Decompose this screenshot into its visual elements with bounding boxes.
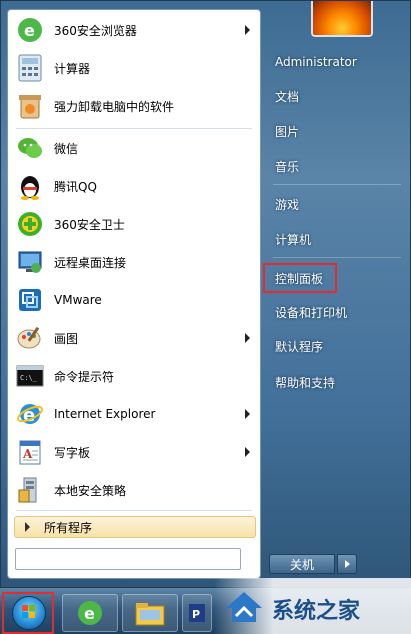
360-guard-icon <box>14 208 46 240</box>
menu-item-qq[interactable]: 腾讯QQ <box>12 168 256 204</box>
svg-text:e: e <box>24 21 35 40</box>
menu-item-label: 腾讯QQ <box>54 179 97 194</box>
right-item-help-support[interactable]: 帮助和支持 <box>269 367 407 397</box>
watermark-logo-icon <box>222 586 266 626</box>
start-menu-left-pane: e 360安全浏览器 计算器 强力卸载电脑中的软件 微信 腾讯QQ 360安全卫… <box>7 9 261 579</box>
ie-icon: e <box>14 398 46 430</box>
start-menu: e 360安全浏览器 计算器 强力卸载电脑中的软件 微信 腾讯QQ 360安全卫… <box>0 0 411 588</box>
right-item-label: 图片 <box>275 124 300 139</box>
menu-item-uninstall[interactable]: 强力卸载电脑中的软件 <box>12 88 256 124</box>
menu-divider <box>16 128 252 129</box>
menu-item-label: 360安全浏览器 <box>54 23 137 38</box>
wordpad-icon: A <box>14 436 46 468</box>
right-item-label: Administrator <box>275 55 357 69</box>
menu-item-label: Internet Explorer <box>54 407 156 421</box>
right-item-documents[interactable]: 文档 <box>269 81 407 111</box>
menu-item-label: 写字板 <box>54 445 91 460</box>
app-icon: P <box>189 604 205 622</box>
menu-item-label: 微信 <box>54 141 79 156</box>
menu-item-paint[interactable]: 画图 <box>12 320 256 356</box>
menu-item-calculator[interactable]: 计算器 <box>12 50 256 86</box>
search-input[interactable] <box>15 548 241 570</box>
menu-item-label: 360安全卫士 <box>54 217 125 232</box>
submenu-arrow-icon <box>245 409 250 419</box>
shutdown-options-button[interactable] <box>337 554 357 574</box>
right-divider <box>273 257 401 258</box>
right-item-computer[interactable]: 计算机 <box>269 224 407 254</box>
menu-item-label: 命令提示符 <box>54 369 115 384</box>
menu-item-360-guard[interactable]: 360安全卫士 <box>12 206 256 242</box>
menu-item-ie[interactable]: e Internet Explorer <box>12 396 256 432</box>
all-programs-label: 所有程序 <box>44 520 93 535</box>
menu-item-360-browser[interactable]: e 360安全浏览器 <box>12 12 256 48</box>
svg-text:e: e <box>84 604 95 623</box>
calculator-icon <box>14 52 46 84</box>
remote-desktop-icon <box>14 246 46 278</box>
folder-icon <box>135 603 165 626</box>
360-browser-icon: e <box>78 601 102 625</box>
menu-item-label: 画图 <box>54 331 79 346</box>
right-item-pictures[interactable]: 图片 <box>269 116 407 146</box>
menu-item-wordpad[interactable]: A 写字板 <box>12 434 256 470</box>
uninstall-icon <box>14 90 46 122</box>
right-item-label: 音乐 <box>275 159 300 174</box>
right-item-label: 帮助和支持 <box>275 375 336 390</box>
right-item-label: 文档 <box>275 89 300 104</box>
submenu-arrow-icon <box>245 333 250 343</box>
menu-item-label: VMware <box>54 293 102 307</box>
shutdown-label: 关机 <box>289 557 314 572</box>
right-item-label: 计算机 <box>275 232 312 247</box>
qq-icon <box>14 170 46 202</box>
right-item-games[interactable]: 游戏 <box>269 189 407 219</box>
menu-item-cmd[interactable]: C:\_ 命令提示符 <box>12 358 256 394</box>
right-item-music[interactable]: 音乐 <box>269 151 407 181</box>
cmd-icon: C:\_ <box>14 360 46 392</box>
start-button[interactable] <box>2 592 54 634</box>
control-panel-highlight-box <box>263 263 337 293</box>
right-item-label: 游戏 <box>275 197 300 212</box>
menu-divider <box>16 510 252 511</box>
taskbar-explorer[interactable] <box>122 594 178 632</box>
shutdown-button[interactable]: 关机 <box>269 554 335 574</box>
menu-item-label: 远程桌面连接 <box>54 255 127 270</box>
taskbar-360-browser[interactable]: e <box>62 594 118 632</box>
menu-item-security-policy[interactable]: 本地安全策略 <box>12 472 256 508</box>
svg-text:C:\_: C:\_ <box>20 374 38 382</box>
menu-item-label: 强力卸载电脑中的软件 <box>54 99 175 114</box>
windows-logo-icon <box>12 596 46 630</box>
watermark-text: 系统之家 <box>272 599 361 624</box>
vmware-icon <box>14 284 46 316</box>
expand-arrow-icon <box>25 522 30 532</box>
menu-item-label: 本地安全策略 <box>54 483 127 498</box>
svg-text:A: A <box>22 447 33 461</box>
submenu-arrow-icon <box>245 25 250 35</box>
menu-item-remote-desktop[interactable]: 远程桌面连接 <box>12 244 256 280</box>
submenu-arrow-icon <box>245 447 250 457</box>
right-item-label: 设备和打印机 <box>275 305 348 320</box>
right-item-devices-printers[interactable]: 设备和打印机 <box>269 297 407 327</box>
all-programs-button[interactable]: 所有程序 <box>14 516 256 538</box>
right-item-administrator[interactable]: Administrator <box>269 47 407 77</box>
wechat-icon <box>14 132 46 164</box>
right-item-label: 默认程序 <box>275 339 324 354</box>
start-menu-right-pane: Administrator 文档 图片 音乐 游戏 计算机 控制面板 设备和打印… <box>269 1 409 589</box>
security-policy-icon <box>14 474 46 506</box>
right-item-default-programs[interactable]: 默认程序 <box>269 331 407 361</box>
taskbar-item-partial[interactable]: P <box>182 594 212 632</box>
360-browser-icon: e <box>14 14 46 46</box>
menu-item-vmware[interactable]: VMware <box>12 282 256 318</box>
paint-icon <box>14 322 46 354</box>
svg-text:P: P <box>192 608 200 621</box>
menu-item-label: 计算器 <box>54 61 91 76</box>
right-divider <box>273 184 401 185</box>
menu-item-wechat[interactable]: 微信 <box>12 130 256 166</box>
